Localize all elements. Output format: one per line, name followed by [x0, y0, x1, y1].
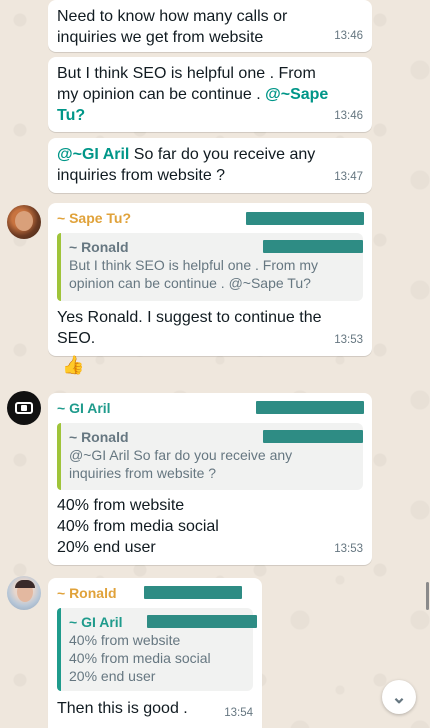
avatar[interactable]: [7, 205, 41, 239]
message-bubble[interactable]: @~GI Aril So far do you receive any inqu…: [48, 138, 372, 193]
mention-link[interactable]: @~GI Aril: [57, 146, 129, 163]
message-text: Yes Ronald. I suggest to continue the SE…: [57, 309, 322, 347]
quote-text: @~GI Aril So far do you receive any inqu…: [69, 447, 293, 481]
message-time: 13:53: [334, 334, 363, 346]
thumbs-up-icon[interactable]: 👍: [62, 355, 84, 376]
redacted-phone: [246, 212, 364, 225]
avatar[interactable]: [7, 391, 41, 425]
message-bubble[interactable]: But I think SEO is helpful one . From my…: [48, 57, 372, 132]
message-bubble[interactable]: ~ Sape Tu? ~ Ronald But I think SEO is h…: [48, 203, 372, 356]
message-time: 13:53: [334, 543, 363, 555]
redacted-phone: [263, 430, 363, 443]
message-text: 40% from website 40% from media social 2…: [57, 497, 219, 556]
message-time: 13:47: [334, 171, 363, 183]
scrollbar[interactable]: [426, 582, 429, 610]
redacted-phone: [144, 586, 242, 599]
message-bubble[interactable]: ~ GI Aril ~ Ronald @~GI Aril So far do y…: [48, 393, 372, 565]
quote-text: 40% from website 40% from media social 2…: [69, 632, 211, 684]
avatar-face-icon: [15, 211, 33, 231]
redacted-phone: [256, 401, 364, 414]
quoted-message[interactable]: ~ GI Aril 40% from website 40% from medi…: [57, 608, 257, 691]
quote-text: But I think SEO is helpful one . From my…: [69, 257, 318, 291]
message-text: Need to know how many calls or inquiries…: [57, 8, 288, 46]
message-bubble[interactable]: Need to know how many calls or inquiries…: [48, 0, 372, 52]
redacted-phone: [263, 240, 363, 253]
message-time: 13:54: [224, 707, 253, 719]
quoted-message[interactable]: ~ Ronald @~GI Aril So far do you receive…: [57, 423, 363, 490]
message-time: 13:46: [334, 110, 363, 122]
avatar[interactable]: [7, 576, 41, 610]
double-chevron-down-icon: ⌄: [391, 686, 407, 707]
quoted-message[interactable]: ~ Ronald But I think SEO is helpful one …: [57, 233, 363, 301]
scroll-to-bottom-button[interactable]: ⌄: [382, 680, 416, 714]
redacted-phone: [147, 615, 257, 628]
message-bubble[interactable]: ~ Ronald ~ GI Aril 40% from website 40% …: [48, 578, 262, 728]
message-time: 13:46: [334, 30, 363, 42]
